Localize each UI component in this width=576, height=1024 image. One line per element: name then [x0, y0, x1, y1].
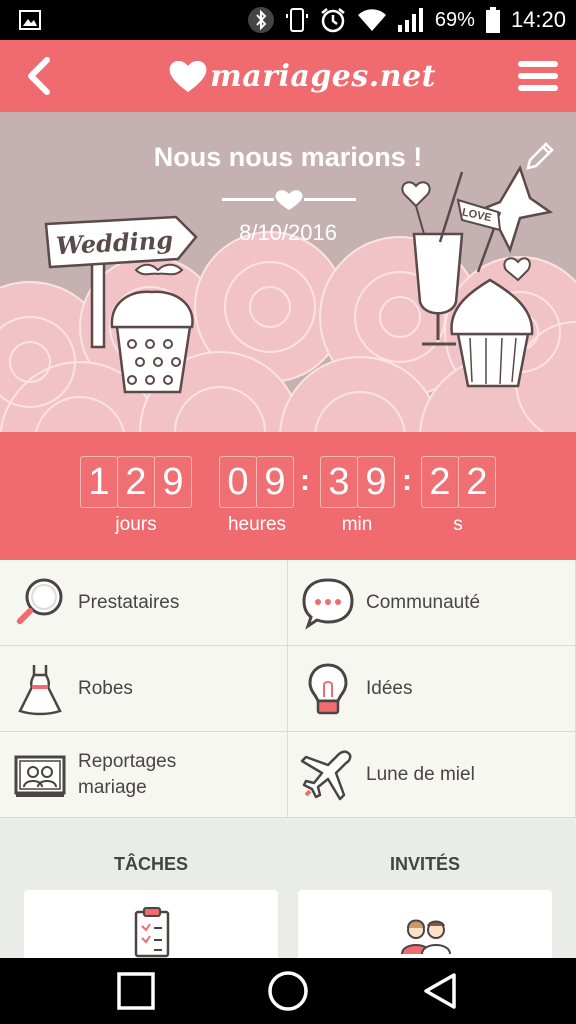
- battery-percent: 69%: [434, 8, 475, 31]
- screen: 69% 14:20 mariages.net Wedding LOVE Nous…: [0, 0, 576, 1024]
- countdown-digit: 1: [80, 456, 118, 508]
- hours-label: heures: [227, 514, 287, 535]
- android-back-button[interactable]: [414, 968, 466, 1014]
- countdown-digit: 3: [320, 456, 358, 508]
- menu-item-label: Prestataires: [78, 591, 180, 613]
- tasks-title: TÂCHES: [113, 854, 188, 874]
- guests-title: INVITÉS: [389, 854, 460, 874]
- logo-text: mariages.net: [210, 58, 436, 94]
- countdown-days: 1 2 9: [80, 456, 192, 508]
- wifi-icon: [357, 7, 387, 33]
- cupcake-left-illustration: [110, 290, 194, 394]
- countdown-digit: 0: [219, 456, 257, 508]
- countdown-timer: 1 2 9 0 9 : 3 9 : 2 2 jours heures min s: [0, 432, 576, 560]
- gallery-notification-icon: [18, 8, 42, 37]
- clipboard-checklist-icon: [134, 907, 170, 958]
- menu-item-label: Robes: [78, 677, 133, 699]
- menu-item-idees[interactable]: Idées: [288, 646, 576, 732]
- edit-button[interactable]: [522, 140, 556, 174]
- clock: 14:20: [510, 7, 566, 32]
- countdown-hours: 0 9: [219, 456, 294, 508]
- magnifier-icon: [10, 573, 70, 633]
- alarm-icon: [319, 6, 347, 34]
- dress-icon: [10, 659, 70, 719]
- menu-item-label: Communauté: [366, 591, 481, 613]
- hamburger-menu-icon: [518, 61, 558, 91]
- countdown-separator: :: [402, 464, 412, 497]
- countdown-seconds: 2 2: [421, 456, 496, 508]
- menu-item-label: Lune de miel: [366, 763, 475, 785]
- heart-divider-icon: [222, 190, 356, 210]
- home-circle-icon: [268, 971, 308, 1011]
- menu-item-lune-de-miel[interactable]: Lune de miel: [288, 732, 576, 818]
- menu-item-reportages-mariage[interactable]: Reportages mariage: [0, 732, 288, 818]
- lightbulb-icon: [298, 659, 358, 719]
- menu-item-robes[interactable]: Robes: [0, 646, 288, 732]
- tasks-guests-section: TÂCHES INVITÉS: [0, 818, 576, 970]
- countdown-separator: :: [300, 464, 310, 497]
- wedding-hero-banner: Wedding LOVE Nous nous marions ! 8/10/20…: [0, 112, 576, 432]
- hero-title: Nous nous marions !: [153, 142, 423, 172]
- system-navigation-bar: [0, 958, 576, 1024]
- heart-logo-icon: [169, 60, 207, 92]
- menu-item-communaute[interactable]: Communauté: [288, 560, 576, 646]
- photo-album-icon: [10, 745, 70, 805]
- vibrate-icon: [285, 6, 309, 34]
- bluetooth-icon: [247, 6, 275, 34]
- battery-icon: [485, 6, 501, 34]
- countdown-digit: 9: [256, 456, 294, 508]
- logo: mariages.net: [168, 46, 436, 106]
- countdown-digit: 9: [357, 456, 395, 508]
- menu-button[interactable]: [512, 50, 564, 102]
- menu-item-label: Idées: [366, 677, 413, 699]
- home-button[interactable]: [262, 968, 314, 1014]
- countdown-digit: 9: [154, 456, 192, 508]
- countdown-digit: 2: [458, 456, 496, 508]
- speech-bubble-icon: [298, 573, 358, 633]
- status-bar: 69% 14:20: [0, 0, 576, 40]
- back-button[interactable]: [12, 50, 64, 102]
- minutes-label: min: [341, 514, 373, 535]
- pencil-icon: [526, 142, 554, 170]
- countdown-minutes: 3 9: [320, 456, 395, 508]
- back-triangle-icon: [424, 973, 456, 1009]
- countdown-digit: 2: [117, 456, 155, 508]
- app-header: mariages.net: [0, 40, 576, 112]
- airplane-icon: [298, 745, 358, 805]
- days-label: jours: [115, 514, 157, 535]
- recent-apps-button[interactable]: [110, 968, 162, 1014]
- guests-couple-icon: [401, 919, 451, 954]
- countdown-digit: 2: [421, 456, 459, 508]
- seconds-label: s: [453, 514, 463, 535]
- wedding-date: 8/10/2016: [239, 220, 337, 245]
- menu-grid: Prestataires Communauté Robes Idées Repo…: [0, 560, 576, 818]
- signal-icon: [397, 7, 425, 33]
- menu-item-prestataires[interactable]: Prestataires: [0, 560, 288, 646]
- menu-item-label: Reportages mariage: [78, 750, 177, 798]
- chevron-left-icon: [28, 57, 50, 95]
- recent-apps-icon: [117, 972, 155, 1010]
